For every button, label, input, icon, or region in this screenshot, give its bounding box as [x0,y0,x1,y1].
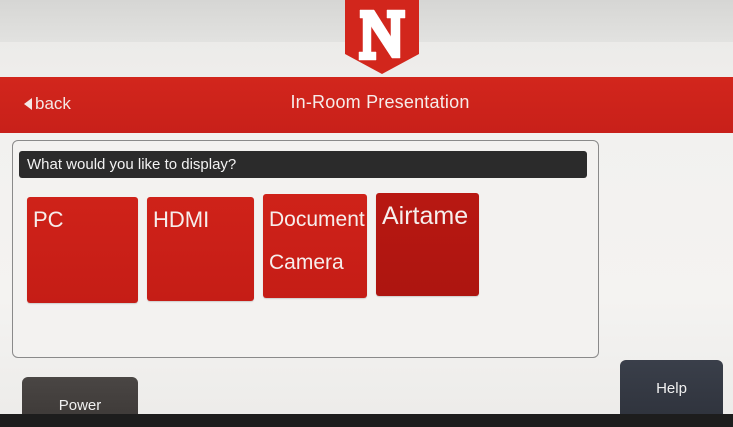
power-label: Power [58,397,102,414]
back-label: back [35,94,71,113]
source-button-airtame[interactable]: Airtame [376,193,479,296]
source-label: Document Camera [269,208,365,274]
header-bar: back In-Room Presentation [0,77,733,133]
back-button[interactable]: back [24,94,71,114]
touch-panel-screen: back In-Room Presentation What would you… [0,0,733,427]
source-label: HDMI [153,207,210,232]
display-prompt: What would you like to display? [19,151,587,178]
source-button-pc[interactable]: PC [27,197,138,303]
n-shield-icon [345,0,419,74]
source-button-hdmi[interactable]: HDMI [147,197,254,301]
source-button-document-camera[interactable]: Document Camera [263,194,367,298]
university-logo [343,0,421,74]
page-title: In-Room Presentation [290,92,470,112]
screen-bezel [0,414,733,427]
source-label: Airtame [382,202,469,230]
source-label: PC [33,207,64,232]
help-label: Help [656,380,687,397]
back-arrow-icon [24,98,32,110]
source-selection-panel: What would you like to display? PC HDMI … [12,140,599,358]
